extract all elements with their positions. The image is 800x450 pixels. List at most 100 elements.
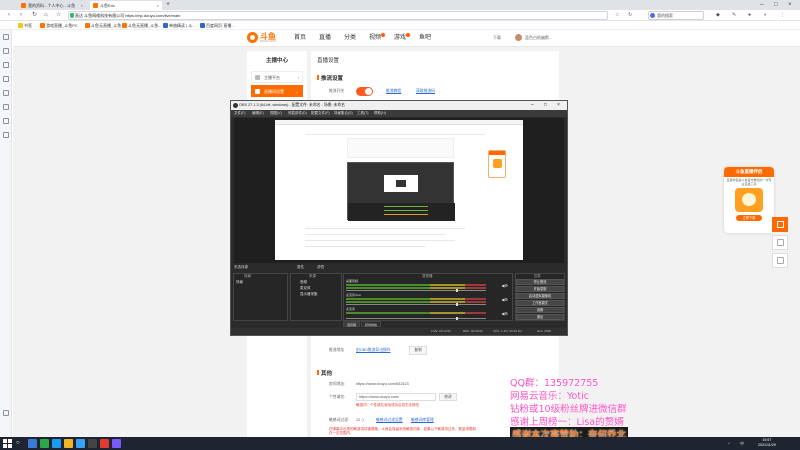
filters-button[interactable]: 滤镜 xyxy=(317,265,324,270)
download-link[interactable]: 下载 xyxy=(493,34,501,42)
copy-button[interactable]: 复制 xyxy=(409,346,427,355)
taskbar-clock[interactable]: 19:57 2021/11/29 xyxy=(758,438,776,448)
back-arrow-icon[interactable]: ‹ xyxy=(8,11,10,20)
virtual-camera-button[interactable]: 启动虚拟摄像机 xyxy=(516,293,564,299)
browser-taskbar-icon[interactable] xyxy=(76,439,85,448)
volume-fader[interactable] xyxy=(346,317,486,320)
side-tool-client[interactable] xyxy=(772,217,788,232)
source-item-mic[interactable]: 麦克风 xyxy=(300,286,311,291)
stream-toggle[interactable] xyxy=(356,87,373,96)
translate-icon[interactable] xyxy=(3,132,9,138)
transitions-tab[interactable]: 转场特效 xyxy=(361,321,382,327)
qq-icon[interactable] xyxy=(52,439,61,448)
obs-close-icon[interactable]: × xyxy=(557,101,560,110)
close-window-icon[interactable]: × xyxy=(788,0,792,10)
reload-icon[interactable]: ↻ xyxy=(32,11,37,20)
star-icon[interactable]: ☆ xyxy=(56,11,61,20)
history-icon[interactable] xyxy=(3,48,9,54)
obs-taskbar-icon[interactable] xyxy=(88,439,97,448)
new-tab-button[interactable]: + xyxy=(166,0,170,10)
game-icon[interactable] xyxy=(3,118,9,124)
side-tool-home[interactable] xyxy=(772,235,788,250)
maximize-window-icon[interactable]: □ xyxy=(774,0,778,10)
mixer-tab[interactable]: 混音器 xyxy=(343,321,361,327)
refresh-extension-icon[interactable]: ↻ xyxy=(628,12,632,19)
obs-titlebar[interactable]: OBS 27.1.3 (64-bit, windows) - 配置文件: 未命名… xyxy=(231,101,567,110)
obs-menu-scene-collection[interactable]: 场景集合(S) xyxy=(334,110,353,117)
avatar[interactable] xyxy=(515,34,522,41)
menu-item-anchor-platform[interactable]: 主播平台 › xyxy=(251,71,303,83)
obs-menu-view[interactable]: 视图(V) xyxy=(270,110,282,117)
task-view-icon[interactable] xyxy=(28,439,37,448)
bookmark-item[interactable]: 游戏直播_斗鱼PC xyxy=(40,21,78,30)
browser-tab-profile[interactable]: 我的资料 - 个人中心 - 斗鱼 × xyxy=(18,1,86,10)
obs-window[interactable]: OBS 27.1.3 (64-bit, windows) - 配置文件: 未命名… xyxy=(230,100,568,336)
url-input[interactable]: 直达 斗鱼网络科技有限公司 https://mp.douyu.com/live/… xyxy=(68,11,608,20)
windows-start-icon[interactable] xyxy=(3,439,12,448)
streamer-companion-promo[interactable]: 斗鱼直播伴侣 直播伴侣是斗鱼官方推出的一款专业直播工具 立即下载 xyxy=(724,167,774,233)
forward-arrow-icon[interactable]: › xyxy=(20,11,22,20)
chat-icon[interactable] xyxy=(3,104,9,110)
mail-icon[interactable] xyxy=(3,90,9,96)
obs-minimize-icon[interactable]: – xyxy=(531,101,534,110)
obs-maximize-icon[interactable]: □ xyxy=(544,101,547,110)
nav-live[interactable]: 直播 xyxy=(319,33,331,43)
nav-video[interactable]: 视频 xyxy=(369,33,386,43)
studio-mode-button[interactable]: 工作室模式 xyxy=(516,300,564,306)
obs-menu-docks[interactable]: 停靠部件(D) xyxy=(288,110,307,117)
bookmark-item[interactable]: 百度网页·直播... xyxy=(200,21,235,30)
get-stream-key-link[interactable]: 获取推流码 xyxy=(416,89,435,94)
mixer-speaker-icon[interactable]: ◀⚙ xyxy=(501,283,508,288)
file-explorer-icon[interactable] xyxy=(64,439,73,448)
search-icon[interactable]: ○ xyxy=(16,440,20,447)
home-icon[interactable]: ⌂ xyxy=(44,11,48,20)
close-tab-icon[interactable]: × xyxy=(157,1,159,10)
extension-icon[interactable]: ◐ xyxy=(764,12,767,19)
promo-download-button[interactable]: 立即下载 xyxy=(736,215,762,222)
sensitive-library-link[interactable]: 敏感词库管理 xyxy=(411,418,434,423)
tray-expand-icon[interactable]: ^ xyxy=(728,441,730,446)
start-recording-button[interactable]: 开始录制 xyxy=(516,286,564,292)
minimize-window-icon[interactable]: – xyxy=(760,0,763,10)
close-tab-icon[interactable]: × xyxy=(81,1,83,10)
obs-preview[interactable] xyxy=(234,118,564,263)
user-icon[interactable]: ● xyxy=(748,12,751,19)
wechat-icon[interactable] xyxy=(40,439,49,448)
nav-home[interactable]: 首页 xyxy=(294,33,306,43)
download-icon[interactable] xyxy=(3,62,9,68)
nav-category[interactable]: 分类 xyxy=(344,33,356,43)
bookmark-star-icon[interactable]: ☆ xyxy=(615,12,619,19)
browser-tab-active[interactable]: 斗鱼Eric × xyxy=(90,1,162,10)
side-tool-settings[interactable] xyxy=(772,253,788,268)
stop-streaming-button[interactable]: 停止推流 xyxy=(516,279,564,285)
volume-fader[interactable] xyxy=(346,289,486,292)
sidebar-settings-icon[interactable] xyxy=(3,410,9,416)
obs-menu-file[interactable]: 文件(F) xyxy=(234,110,245,117)
douyu-logo[interactable]: 斗鱼 DOUYU.COM xyxy=(247,32,283,44)
bookmark-item[interactable]: 斗鱼无直播_斗鱼... xyxy=(85,21,125,30)
bookmark-item[interactable]: 单曲精读 | 斗... xyxy=(163,21,196,30)
volume-fader[interactable] xyxy=(346,303,486,306)
bookmark-item[interactable]: 斗鱼无直播_斗鱼... xyxy=(122,21,162,30)
menu-icon[interactable]: ⋮ xyxy=(780,12,785,19)
nav-game[interactable]: 游戏 xyxy=(394,33,411,43)
netease-music-icon[interactable] xyxy=(100,439,109,448)
obs-export-link[interactable]: 由OBS推流导出操作 xyxy=(356,348,391,353)
obs-menu-help[interactable]: 帮助(H) xyxy=(374,110,386,117)
nav-yuba[interactable]: 鱼吧 xyxy=(419,33,431,43)
stream-tutorial-link[interactable]: 推流教程 xyxy=(386,89,401,94)
obs-settings-button[interactable]: 设置 xyxy=(516,307,564,313)
username[interactable]: 蓝色白纸幽默... xyxy=(525,34,552,42)
obs-menu-tools[interactable]: 工具(T) xyxy=(357,110,368,117)
mixer-speaker-icon[interactable]: ◀⚙ xyxy=(501,297,508,302)
obs-exit-button[interactable]: 退出 xyxy=(516,314,564,320)
browser-search-input[interactable]: 我的搜索 xyxy=(648,11,704,20)
custom-domain-input[interactable]: https://www.douyu.com/ xyxy=(356,393,436,401)
modify-domain-button[interactable]: 修改 xyxy=(439,393,457,401)
mixer-speaker-icon[interactable]: ◀⚙ xyxy=(501,311,508,316)
input-method-indicator[interactable]: 中 xyxy=(740,441,744,447)
source-item-display[interactable]: 显示器采集 xyxy=(300,292,318,297)
app-taskbar-icon[interactable] xyxy=(112,439,121,448)
menu-item-live-settings[interactable]: 直播间设置 ⌄ xyxy=(251,85,303,97)
properties-button[interactable]: 属性 xyxy=(297,265,304,270)
